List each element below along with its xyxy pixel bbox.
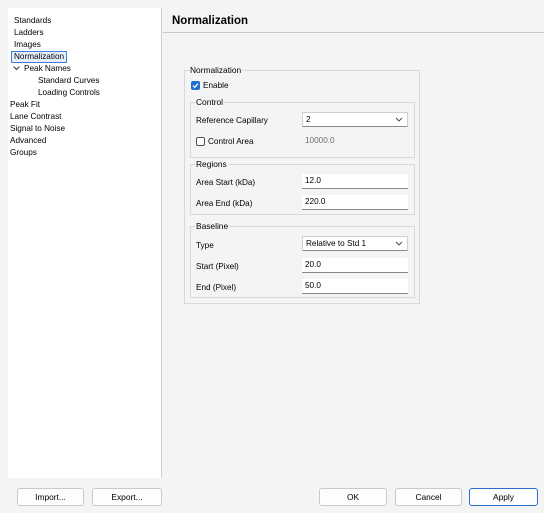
apply-button[interactable]: Apply — [469, 488, 538, 506]
chevron-down-icon — [395, 117, 403, 122]
area-start-field[interactable]: 12.0 — [302, 174, 408, 189]
baseline-start-label: Start (Pixel) — [196, 262, 239, 271]
title-divider — [163, 32, 544, 33]
nav-item-standards[interactable]: Standards — [14, 15, 51, 26]
normalization-panel: Normalization Normalization Enable Contr… — [163, 8, 544, 478]
baseline-group-label: Baseline — [195, 221, 230, 231]
nav-item-peak-names-label: Peak Names — [24, 64, 71, 73]
settings-window: Standards Ladders Images Normalization P… — [0, 0, 544, 513]
nav-item-normalization[interactable]: Normalization — [11, 51, 68, 63]
nav-item-signal-to-noise[interactable]: Signal to Noise — [10, 123, 65, 134]
baseline-end-field[interactable]: 50.0 — [302, 279, 408, 294]
control-area-checkbox[interactable] — [196, 137, 205, 146]
control-area-label[interactable]: Control Area — [208, 137, 254, 146]
control-group-label: Control — [195, 97, 224, 107]
nav-item-lane-contrast[interactable]: Lane Contrast — [10, 111, 61, 122]
reference-capillary-value: 2 — [306, 115, 311, 124]
nav-item-peak-fit[interactable]: Peak Fit — [10, 99, 40, 110]
baseline-type-label: Type — [196, 241, 214, 250]
nav-item-standard-curves[interactable]: Standard Curves — [38, 75, 99, 86]
enable-label[interactable]: Enable — [203, 81, 229, 90]
nav-item-advanced[interactable]: Advanced — [10, 135, 46, 146]
control-group — [190, 102, 415, 158]
settings-nav-tree[interactable]: Standards Ladders Images Normalization P… — [8, 8, 162, 478]
nav-item-ladders[interactable]: Ladders — [14, 27, 44, 38]
area-end-field[interactable]: 220.0 — [302, 195, 408, 210]
checkmark-icon — [192, 83, 199, 89]
normalization-group-label: Normalization — [189, 65, 243, 75]
area-end-label: Area End (kDa) — [196, 199, 253, 208]
reference-capillary-select[interactable]: 2 — [302, 112, 408, 127]
chevron-down-icon — [395, 241, 403, 246]
area-start-label: Area Start (kDa) — [196, 178, 256, 187]
reference-capillary-label: Reference Capillary — [196, 116, 268, 125]
baseline-start-field[interactable]: 20.0 — [302, 258, 408, 273]
page-title: Normalization — [172, 15, 249, 27]
cancel-button[interactable]: Cancel — [395, 488, 462, 506]
ok-button[interactable]: OK — [319, 488, 387, 506]
nav-item-loading-controls[interactable]: Loading Controls — [38, 87, 100, 98]
regions-group-label: Regions — [195, 159, 228, 169]
baseline-type-value: Relative to Std 1 — [306, 239, 367, 248]
nav-item-peak-names[interactable]: Peak Names — [13, 63, 71, 74]
baseline-type-select[interactable]: Relative to Std 1 — [302, 236, 408, 251]
import-button[interactable]: Import... — [17, 488, 84, 506]
chevron-down-icon[interactable] — [12, 63, 21, 74]
enable-checkbox[interactable] — [191, 81, 200, 90]
export-button[interactable]: Export... — [92, 488, 162, 506]
nav-item-images[interactable]: Images — [14, 39, 41, 50]
baseline-end-label: End (Pixel) — [196, 283, 237, 292]
nav-item-groups[interactable]: Groups — [10, 147, 37, 158]
control-area-field: 10000.0 — [302, 134, 408, 149]
